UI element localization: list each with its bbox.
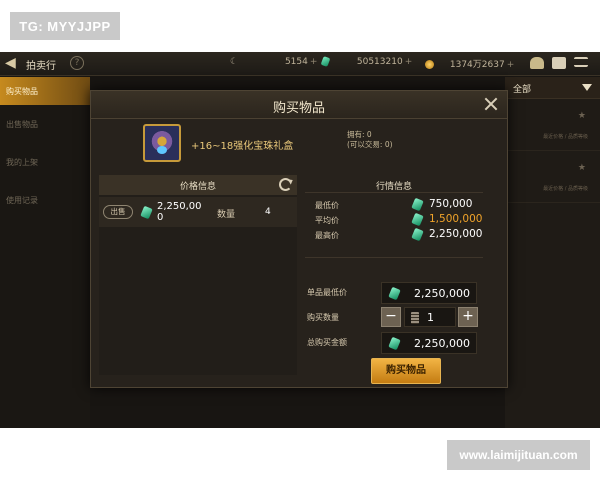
sidebar-item-buy[interactable]: 购买物品 bbox=[0, 77, 90, 105]
dialog-title: 购买物品 bbox=[272, 101, 325, 116]
watermark-bottom: www.laimijituan.com bbox=[447, 440, 590, 470]
market-row-lowest: 最低价 750,000 bbox=[315, 197, 473, 212]
total-price-row: 总购买金额 2,250,000 bbox=[307, 332, 487, 354]
bag-icon[interactable] bbox=[530, 57, 544, 69]
dropdown-arrow-icon bbox=[582, 84, 592, 91]
back-arrow-icon[interactable]: ◀ bbox=[5, 55, 16, 71]
price-info-header: 价格信息 bbox=[99, 175, 297, 195]
market-info-header: 行情信息 bbox=[305, 175, 483, 193]
gem-icon bbox=[140, 205, 153, 220]
divider bbox=[305, 257, 483, 258]
add-currency-icon[interactable]: + bbox=[507, 60, 515, 70]
buy-item-dialog: 购买物品 +16~18强化宝珠礼盒 拥有: 0 (可以交易: 0) 价格信息 出… bbox=[90, 90, 508, 388]
watermark-top: TG: MYYJJPP bbox=[10, 12, 120, 40]
gem-icon bbox=[411, 212, 424, 227]
top-bar: ◀ 拍卖行 ? ☾ 5154 + 50513210 + 1374万2637 + bbox=[0, 52, 600, 76]
unit-min-price-field: 2,250,000 bbox=[381, 282, 477, 304]
currency-moon: ☾ 5154 + bbox=[230, 57, 318, 67]
sidebar-item-records[interactable]: 使用记录 bbox=[0, 181, 90, 219]
game-screen: ◀ 拍卖行 ? ☾ 5154 + 50513210 + 1374万2637 + 购买物… bbox=[0, 52, 600, 428]
buy-button[interactable]: 购买物品 bbox=[371, 358, 441, 384]
star-icon[interactable]: ★ bbox=[578, 111, 586, 121]
table-row[interactable]: 出售 2,250,000 数量 4 bbox=[99, 197, 297, 227]
gem-icon bbox=[320, 56, 331, 67]
currency-gold: 1374万2637 + bbox=[425, 57, 514, 70]
increase-quantity-button[interactable]: + bbox=[458, 307, 478, 327]
sidebar-item-sell[interactable]: 出售物品 bbox=[0, 105, 90, 143]
price-info-panel: 价格信息 出售 2,250,000 数量 4 bbox=[99, 175, 297, 375]
listing-price: 2,250,000 bbox=[157, 201, 202, 223]
mail-icon[interactable] bbox=[552, 57, 566, 69]
item-box-icon bbox=[143, 124, 181, 162]
total-price-field: 2,250,000 bbox=[381, 332, 477, 354]
refresh-icon[interactable] bbox=[279, 178, 292, 191]
owned-info: 拥有: 0 (可以交易: 0) bbox=[347, 130, 393, 149]
list-item[interactable]: ★ 最近价格 / 品质等级 bbox=[505, 99, 600, 151]
moon-icon: ☾ bbox=[230, 57, 239, 67]
unit-min-price-row: 单品最低价 2,250,000 bbox=[307, 282, 487, 304]
quantity-row: 购买数量 − 1 + bbox=[307, 307, 487, 329]
dialog-header: 购买物品 bbox=[91, 91, 507, 119]
sidebar: 购买物品 出售物品 我的上架 使用记录 bbox=[0, 77, 90, 428]
add-currency-icon[interactable]: + bbox=[310, 57, 318, 67]
sidebar-item-my-listings[interactable]: 我的上架 bbox=[0, 143, 90, 181]
currency-gem: 50513210 + bbox=[320, 56, 413, 67]
calculator-icon[interactable] bbox=[411, 312, 419, 324]
list-item[interactable]: ★ 最近价格 / 品质等级 bbox=[505, 151, 600, 203]
gem-icon bbox=[411, 197, 424, 212]
item-name: +16~18强化宝珠礼盒 bbox=[191, 141, 294, 152]
page-title: 拍卖行 bbox=[26, 61, 56, 72]
close-icon[interactable] bbox=[483, 96, 499, 112]
help-icon[interactable]: ? bbox=[70, 56, 84, 70]
market-info-panel: 行情信息 最低价 750,000 平均价 1,500,000 最高价 2,250… bbox=[305, 175, 483, 255]
item-list-panel: 全部 ★ 最近价格 / 品质等级 ★ 最近价格 / 品质等级 bbox=[505, 77, 600, 428]
gold-coin-icon bbox=[425, 60, 434, 69]
gem-icon bbox=[388, 336, 401, 351]
quantity-input[interactable]: 1 bbox=[404, 307, 456, 327]
sell-tag: 出售 bbox=[103, 205, 133, 219]
add-currency-icon[interactable]: + bbox=[405, 57, 413, 67]
decrease-quantity-button[interactable]: − bbox=[381, 307, 401, 327]
menu-icon[interactable] bbox=[574, 57, 588, 67]
listing-quantity: 4 bbox=[265, 207, 271, 217]
gem-icon bbox=[411, 227, 424, 242]
gem-icon bbox=[388, 286, 401, 301]
star-icon[interactable]: ★ bbox=[578, 163, 586, 173]
filter-dropdown[interactable]: 全部 bbox=[505, 77, 600, 99]
market-row-highest: 最高价 2,250,000 bbox=[315, 227, 483, 242]
item-summary: +16~18强化宝珠礼盒 拥有: 0 (可以交易: 0) bbox=[91, 120, 507, 166]
market-row-average: 平均价 1,500,000 bbox=[315, 212, 483, 227]
